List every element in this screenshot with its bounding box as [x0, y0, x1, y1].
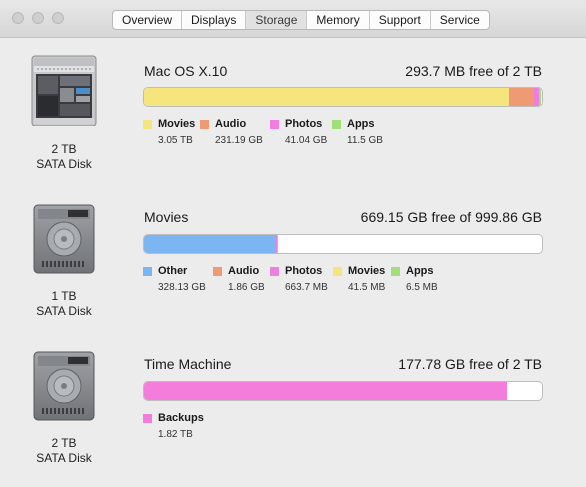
legend-size: 6.5 MB: [406, 282, 438, 293]
close-button[interactable]: [12, 12, 24, 24]
volume-name: Time Machine: [144, 356, 232, 372]
disk-capacity: 1 TB: [51, 289, 77, 303]
legend-swatch: [143, 414, 152, 423]
legend-swatch: [200, 120, 209, 129]
legend-label: Audio: [228, 265, 260, 277]
legend-label: Movies: [348, 265, 386, 277]
volume-free-space: 669.15 GB free of 999.86 GB: [360, 209, 542, 225]
disk-capacity: 2 TB: [51, 436, 77, 450]
storage-usage-bar: [143, 234, 543, 254]
disk-type: SATA Disk: [36, 157, 92, 171]
tab-service[interactable]: Service: [431, 11, 489, 29]
bar-segment-other: [144, 235, 275, 253]
legend-size: 663.7 MB: [285, 282, 328, 293]
tab-memory[interactable]: Memory: [307, 11, 370, 29]
legend-size: 1.86 GB: [228, 282, 265, 293]
legend-label: Audio: [215, 118, 247, 130]
legend-swatch: [391, 267, 400, 276]
tab-overview[interactable]: Overview: [113, 11, 183, 29]
hard-drive-icon: [33, 204, 95, 274]
disk-caption: 2 TB SATA Disk: [14, 436, 114, 466]
legend-label: Other: [158, 265, 188, 277]
legend-label: Apps: [347, 118, 375, 130]
disk-capacity: 2 TB: [51, 142, 77, 156]
volume-free-space: 177.78 GB free of 2 TB: [398, 356, 542, 372]
volume-name: Movies: [144, 209, 189, 225]
bar-segment-movies: [144, 88, 509, 106]
bar-segment-audio: [508, 88, 535, 106]
tab-displays[interactable]: Displays: [182, 11, 247, 29]
legend-size: 11.5 GB: [347, 135, 383, 146]
legend-swatch: [270, 120, 279, 129]
legend-label: Movies: [158, 118, 196, 130]
legend-label: Apps: [406, 265, 434, 277]
storage-usage-bar: [143, 87, 543, 107]
legend-size: 3.05 TB: [158, 135, 193, 146]
legend-size: 231.19 GB: [215, 135, 263, 146]
legend-label: Photos: [285, 265, 323, 277]
bar-segment-apps: [538, 88, 542, 106]
legend-size: 41.5 MB: [348, 282, 386, 293]
storage-usage-bar: [143, 381, 543, 401]
legend-label: Backups: [158, 412, 204, 424]
legend-size: 41.04 GB: [285, 135, 328, 146]
bar-segment-backups: [144, 382, 507, 400]
disk-type: SATA Disk: [36, 304, 92, 318]
legend-size: 1.82 TB: [158, 429, 193, 440]
hard-drive-icon: [33, 351, 95, 421]
minimize-button[interactable]: [32, 12, 44, 24]
disk-caption: 1 TB SATA Disk: [14, 289, 114, 319]
volume-name: Mac OS X.10: [144, 63, 228, 79]
tab-storage[interactable]: Storage: [246, 11, 308, 29]
tab-bar: Overview Displays Storage Memory Support…: [112, 10, 490, 30]
legend-swatch: [333, 267, 342, 276]
legend-swatch: [213, 267, 222, 276]
legend-swatch: [270, 267, 279, 276]
legend-label: Photos: [285, 118, 323, 130]
legend-swatch: [332, 120, 341, 129]
legend-swatch: [143, 120, 152, 129]
zoom-button[interactable]: [52, 12, 64, 24]
disk-type: SATA Disk: [36, 451, 92, 465]
mac-pro-icon: [31, 55, 97, 126]
volume-free-space: 293.7 MB free of 2 TB: [405, 63, 542, 79]
legend-swatch: [143, 267, 152, 276]
window-titlebar: Overview Displays Storage Memory Support…: [0, 0, 586, 38]
disk-caption: 2 TB SATA Disk: [14, 142, 114, 172]
tab-support[interactable]: Support: [370, 11, 431, 29]
legend-size: 328.13 GB: [158, 282, 206, 293]
